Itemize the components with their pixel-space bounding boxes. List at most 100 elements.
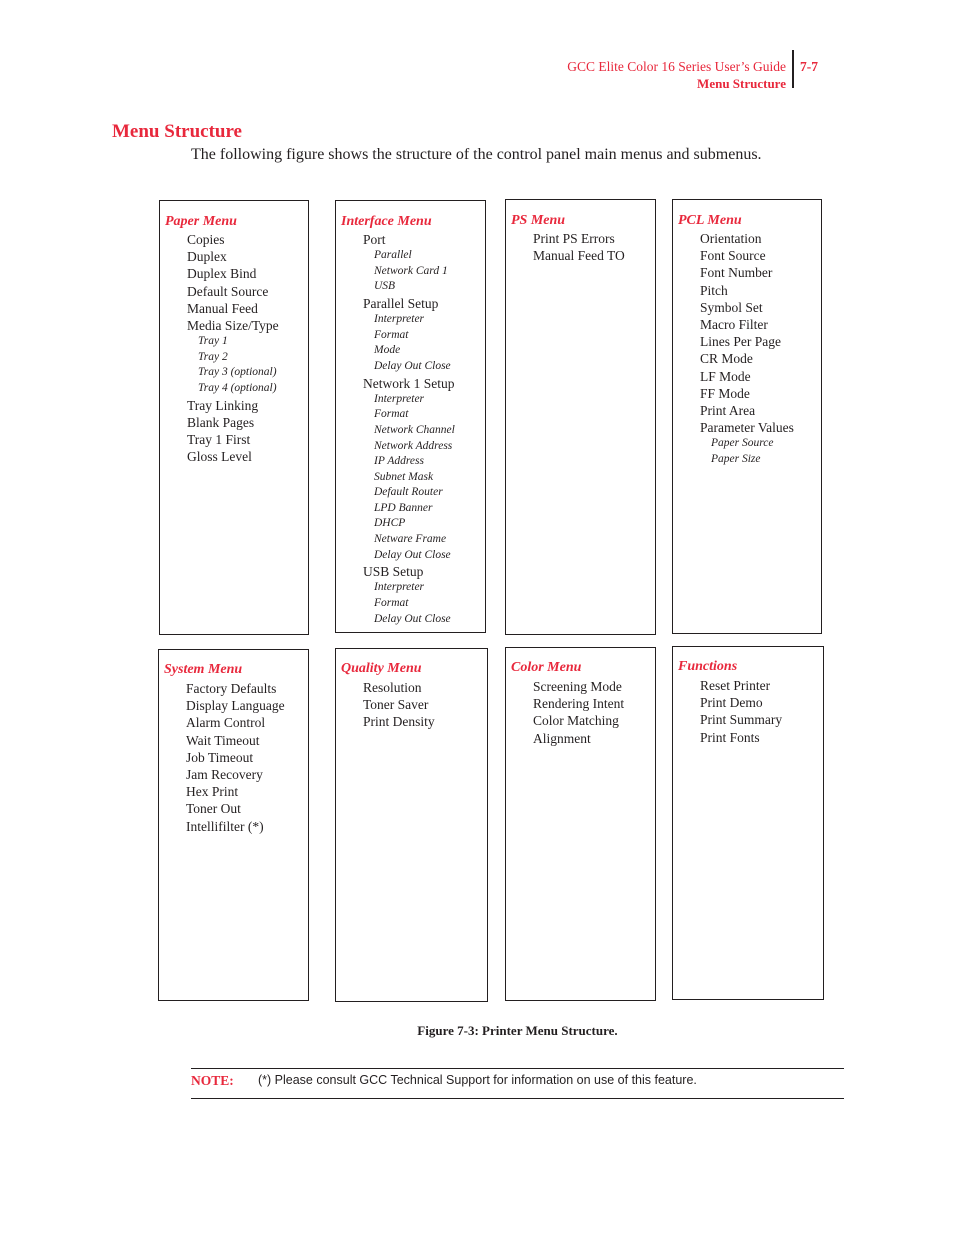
menu-item: Network 1 Setup bbox=[363, 375, 455, 391]
menu-item: Tray 1 First bbox=[187, 431, 251, 447]
menu-item-list: Copies Duplex Duplex Bind Default Source Man… bbox=[160, 231, 308, 465]
menu-box-quality: Quality Menu Resolution Toner Saver Print … bbox=[335, 648, 488, 1002]
menu-item-list: Port Parallel Network Card 1 USB Parallel Se… bbox=[336, 231, 485, 627]
menu-item: Print Density bbox=[363, 714, 435, 730]
menu-item: Reset Printer bbox=[700, 678, 771, 693]
menu-item: Symbol Set bbox=[700, 299, 763, 315]
menu-item: Alarm Control bbox=[186, 715, 266, 731]
menu-item: Hex Print bbox=[186, 784, 239, 800]
menu-title: PS Menu bbox=[511, 213, 566, 228]
menu-title: System Menu bbox=[164, 662, 243, 677]
submenu-option: Network Channel bbox=[374, 423, 455, 436]
menu-item: Macro Filter bbox=[700, 316, 768, 332]
menu-item: Font Source bbox=[700, 248, 766, 264]
menu-item-list: Reset Printer Print Demo Print Summary Prin… bbox=[673, 677, 823, 746]
menu-item: Orientation bbox=[700, 231, 762, 246]
figure-caption: Figure 7-3: Printer Menu Structure. bbox=[417, 1023, 618, 1038]
note-bottom-rule bbox=[191, 1098, 844, 1099]
menu-item: Duplex bbox=[187, 249, 227, 265]
submenu-option: IP Address bbox=[374, 455, 424, 468]
submenu-option: Interpreter bbox=[374, 581, 425, 594]
menu-item: Print Summary bbox=[700, 712, 783, 728]
submenu-option: DHCP bbox=[374, 517, 406, 530]
menu-item: Color Matching bbox=[533, 713, 619, 729]
menu-item: Manual Feed TO bbox=[533, 248, 625, 264]
menu-item: Intellifilter (*) bbox=[186, 818, 264, 834]
submenu-option: Delay Out Close bbox=[374, 612, 451, 625]
menu-title: Interface Menu bbox=[341, 214, 432, 229]
submenu-option: Tray 2 bbox=[198, 350, 228, 363]
menu-title: PCL Menu bbox=[678, 213, 742, 228]
menu-item: Jam Recovery bbox=[186, 766, 263, 782]
menu-item: Lines Per Page bbox=[700, 334, 781, 350]
menu-item: Parallel Setup bbox=[363, 295, 439, 311]
submenu-option: Paper Size bbox=[711, 452, 761, 465]
submenu-option: Delay Out Close bbox=[374, 359, 451, 372]
menu-box-interface: Interface Menu Port Parallel Network Card … bbox=[335, 200, 486, 633]
menu-title: Quality Menu bbox=[341, 661, 422, 676]
menu-item: FF Mode bbox=[700, 385, 750, 401]
submenu-option: Interpreter bbox=[374, 392, 425, 405]
menu-item: Gloss Level bbox=[187, 449, 252, 465]
submenu-option: Network Address bbox=[374, 439, 453, 452]
menu-box-paper: Paper Menu Copies Duplex Duplex Bind Defaul… bbox=[159, 200, 309, 635]
submenu-option: Tray 4 (optional) bbox=[198, 381, 277, 394]
header-section: Menu Structure bbox=[697, 76, 786, 91]
menu-box-pcl: PCL Menu Orientation Font Source Font Numb… bbox=[672, 199, 822, 634]
menu-item: Job Timeout bbox=[186, 749, 254, 765]
menu-item: Pitch bbox=[700, 282, 728, 298]
menu-item: Tray Linking bbox=[187, 397, 259, 413]
menu-item-list: Resolution Toner Saver Print Density bbox=[336, 679, 487, 731]
menu-item-list: Screening Mode Rendering Intent Color Matc… bbox=[506, 678, 655, 747]
submenu-option: Parallel bbox=[374, 249, 412, 262]
menu-item: Default Source bbox=[187, 283, 269, 299]
menu-box-system: System Menu Factory Defaults Display Lang… bbox=[158, 649, 309, 1001]
submenu-option: Delay Out Close bbox=[374, 548, 451, 561]
menu-title: Functions bbox=[678, 659, 738, 674]
menu-item: Manual Feed bbox=[187, 300, 258, 316]
submenu-option: Mode bbox=[374, 344, 401, 357]
menu-item: Copies bbox=[187, 232, 225, 247]
menu-item: CR Mode bbox=[700, 351, 753, 367]
menu-title: Color Menu bbox=[511, 660, 582, 675]
menu-item: Font Number bbox=[700, 265, 773, 281]
submenu-option: Tray 3 (optional) bbox=[198, 366, 277, 379]
menu-box-color: Color Menu Screening Mode Rendering Inten… bbox=[505, 647, 656, 1001]
section-title: Menu Structure bbox=[112, 121, 242, 142]
header-divider bbox=[792, 50, 794, 88]
menu-item: Print Fonts bbox=[700, 729, 760, 745]
submenu-option: Subnet Mask bbox=[374, 470, 434, 483]
menu-item-list: Factory Defaults Display Language Alarm Co… bbox=[159, 680, 308, 835]
note-text: (*) Please consult GCC Technical Support… bbox=[258, 1073, 697, 1087]
menu-item: Alignment bbox=[533, 730, 591, 746]
menu-item-list: Print PS Errors Manual Feed TO bbox=[506, 230, 655, 264]
guide-title: GCC Elite Color 16 Series User’s Guide bbox=[567, 59, 786, 74]
menu-item: Blank Pages bbox=[187, 414, 255, 430]
submenu-option: Format bbox=[374, 328, 409, 341]
menu-item: Toner Saver bbox=[363, 697, 429, 713]
menu-item: Factory Defaults bbox=[186, 681, 277, 696]
submenu-option: LPD Banner bbox=[374, 501, 433, 514]
submenu-option: Paper Source bbox=[711, 437, 774, 450]
menu-item: Port bbox=[363, 232, 386, 247]
menu-item: LF Mode bbox=[700, 368, 751, 384]
menu-item: Display Language bbox=[186, 698, 285, 714]
submenu-option: Interpreter bbox=[374, 313, 425, 326]
menu-item-list: Orientation Font Source Font Number Pitch Sy… bbox=[673, 230, 821, 467]
intro-paragraph: The following figure shows the structure… bbox=[191, 146, 762, 163]
menu-item: Media Size/Type bbox=[187, 317, 279, 333]
submenu-option: Network Card 1 bbox=[374, 264, 448, 277]
note-top-rule bbox=[191, 1068, 844, 1069]
menu-item: Rendering Intent bbox=[533, 696, 625, 712]
menu-title: Paper Menu bbox=[165, 214, 237, 229]
menu-item: Wait Timeout bbox=[186, 732, 260, 748]
menu-item: Print Area bbox=[700, 402, 756, 418]
menu-box-functions: Functions Reset Printer Print Demo Print S… bbox=[672, 646, 824, 1000]
submenu-option: USB bbox=[374, 280, 396, 293]
menu-box-ps: PS Menu Print PS Errors Manual Feed TO bbox=[505, 199, 656, 635]
submenu-option: Default Router bbox=[374, 486, 443, 499]
menu-item: Print Demo bbox=[700, 695, 763, 711]
menu-item: Screening Mode bbox=[533, 679, 622, 694]
menu-item: Print PS Errors bbox=[533, 231, 615, 246]
menu-item: USB Setup bbox=[363, 564, 424, 580]
